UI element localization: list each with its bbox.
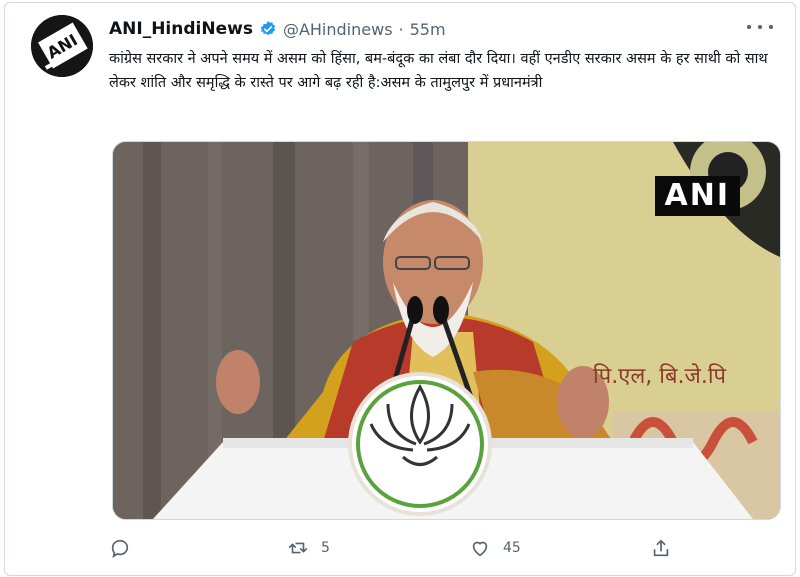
- separator-dot: ·: [398, 19, 404, 39]
- tweet-media-image[interactable]: ANI पि.एल, बि.जे.पि: [112, 141, 781, 520]
- reply-icon: [111, 539, 129, 559]
- timestamp[interactable]: 55m: [410, 20, 446, 39]
- tweet-card[interactable]: ANI ANI_HindiNews @AHindinews · 55m कांग…: [4, 2, 796, 576]
- share-icon: [653, 539, 669, 557]
- retweet-icon: [288, 542, 308, 554]
- user-handle[interactable]: @AHindinews: [283, 20, 393, 39]
- share-button[interactable]: [650, 533, 672, 563]
- more-options-icon[interactable]: [747, 17, 773, 37]
- heart-icon: [472, 541, 488, 557]
- banner-text: पि.एल, बि.जे.पि: [593, 364, 727, 389]
- tweet-text: कांग्रेस सरकार ने अपने समय में असम को हि…: [109, 51, 768, 91]
- retweet-button[interactable]: 5: [287, 533, 330, 563]
- like-count: 45: [503, 540, 521, 556]
- display-name[interactable]: ANI_HindiNews: [109, 19, 253, 39]
- avatar[interactable]: ANI: [31, 15, 93, 77]
- verified-badge-icon: [259, 20, 277, 38]
- tweet-header: ANI_HindiNews @AHindinews · 55m: [109, 17, 735, 41]
- reply-button[interactable]: [109, 533, 143, 563]
- like-button[interactable]: 45: [469, 533, 521, 563]
- retweet-count: 5: [321, 540, 330, 556]
- tweet-actions: 5 45: [109, 533, 689, 563]
- media-watermark: ANI: [654, 176, 740, 216]
